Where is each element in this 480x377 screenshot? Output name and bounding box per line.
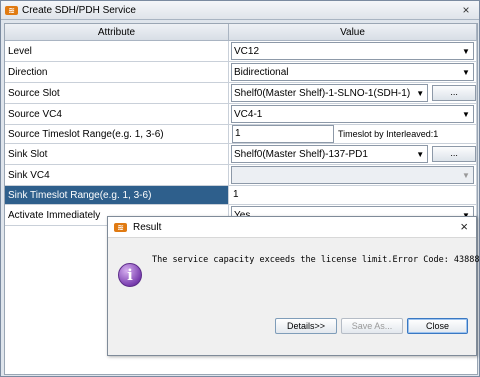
- source-slot-dropdown[interactable]: Shelf0(Master Shelf)-1-SLNO-1(SDH-1) ▼: [231, 84, 429, 102]
- attr-label-source-timeslot: Source Timeslot Range(e.g. 1, 3-6): [5, 124, 229, 144]
- chevron-down-icon[interactable]: ▼: [459, 64, 473, 80]
- info-icon: i: [118, 263, 142, 287]
- table-row-sink-vc4[interactable]: Sink VC4 ▼: [5, 164, 477, 186]
- window-titlebar: ≋ Create SDH/PDH Service ×: [1, 1, 479, 20]
- attr-label-source-slot: Source Slot: [5, 82, 229, 104]
- sink-vc4-dropdown[interactable]: ▼: [231, 166, 474, 184]
- chevron-down-icon[interactable]: ▼: [459, 167, 473, 183]
- level-dropdown-value: VC12: [234, 45, 260, 57]
- source-slot-browse-button[interactable]: ...: [432, 85, 476, 101]
- table-row-level[interactable]: Level VC12 ▼: [5, 40, 477, 62]
- value-cell-level[interactable]: VC12 ▼: [228, 40, 477, 62]
- level-dropdown[interactable]: VC12 ▼: [231, 42, 474, 60]
- table-row-source-timeslot[interactable]: Source Timeslot Range(e.g. 1, 3-6) 1 Tim…: [5, 124, 477, 144]
- attr-label-sink-slot: Sink Slot: [5, 143, 229, 165]
- attr-label-direction: Direction: [5, 61, 229, 83]
- source-vc4-dropdown-value: VC4-1: [234, 108, 263, 120]
- table-row-source-slot[interactable]: Source Slot Shelf0(Master Shelf)-1-SLNO-…: [5, 82, 477, 104]
- details-button[interactable]: Details>>: [275, 318, 337, 334]
- value-cell-source-vc4[interactable]: VC4-1 ▼: [228, 103, 477, 125]
- attr-label-level: Level: [5, 40, 229, 62]
- source-vc4-dropdown[interactable]: VC4-1 ▼: [231, 105, 474, 123]
- sink-timeslot-input[interactable]: 1: [231, 187, 476, 203]
- column-header-value[interactable]: Value: [228, 24, 477, 41]
- table-row-direction[interactable]: Direction Bidirectional ▼: [5, 61, 477, 83]
- table-row-sink-timeslot[interactable]: Sink Timeslot Range(e.g. 1, 3-6) 1: [5, 185, 477, 205]
- timeslot-interleaved-note: Timeslot by Interleaved:1: [338, 129, 439, 139]
- value-cell-sink-slot[interactable]: Shelf0(Master Shelf)-137-PD1 ▼ ...: [228, 143, 477, 165]
- save-as-button[interactable]: Save As...: [341, 318, 403, 334]
- app-logo-icon: ≋: [114, 222, 127, 232]
- direction-dropdown-value: Bidirectional: [234, 66, 289, 78]
- table-row-sink-slot[interactable]: Sink Slot Shelf0(Master Shelf)-137-PD1 ▼…: [5, 143, 477, 165]
- attr-label-sink-timeslot: Sink Timeslot Range(e.g. 1, 3-6): [5, 185, 229, 205]
- column-header-attribute[interactable]: Attribute: [5, 24, 229, 41]
- dialog-close-icon[interactable]: ×: [460, 220, 468, 234]
- direction-dropdown[interactable]: Bidirectional ▼: [231, 63, 474, 81]
- sink-slot-dropdown[interactable]: Shelf0(Master Shelf)-137-PD1 ▼: [231, 145, 429, 163]
- result-dialog: ≋ Result × i The service capacity exceed…: [107, 216, 480, 356]
- chevron-down-icon[interactable]: ▼: [459, 106, 473, 122]
- source-slot-dropdown-value: Shelf0(Master Shelf)-1-SLNO-1(SDH-1): [234, 87, 411, 99]
- chevron-down-icon[interactable]: ▼: [413, 85, 427, 101]
- table-row-source-vc4[interactable]: Source VC4 VC4-1 ▼: [5, 103, 477, 125]
- attr-label-source-vc4: Source VC4: [5, 103, 229, 125]
- close-button[interactable]: Close: [407, 318, 468, 334]
- value-cell-source-slot[interactable]: Shelf0(Master Shelf)-1-SLNO-1(SDH-1) ▼ .…: [228, 82, 477, 104]
- value-cell-sink-timeslot[interactable]: 1: [228, 185, 477, 205]
- source-timeslot-input[interactable]: 1: [232, 125, 334, 143]
- dialog-titlebar: ≋ Result ×: [108, 217, 476, 238]
- attr-label-sink-vc4: Sink VC4: [5, 164, 229, 186]
- chevron-down-icon[interactable]: ▼: [459, 43, 473, 59]
- sink-slot-browse-button[interactable]: ...: [432, 146, 476, 162]
- value-cell-sink-vc4[interactable]: ▼: [228, 164, 477, 186]
- sink-slot-dropdown-value: Shelf0(Master Shelf)-137-PD1: [234, 148, 368, 160]
- dialog-title: Result: [133, 221, 162, 233]
- window-close-icon[interactable]: ×: [459, 3, 473, 17]
- chevron-down-icon[interactable]: ▼: [413, 146, 427, 162]
- value-cell-source-timeslot[interactable]: 1 Timeslot by Interleaved:1: [228, 124, 477, 144]
- window-title: Create SDH/PDH Service: [22, 4, 136, 16]
- app-logo-icon: ≋: [5, 5, 18, 15]
- value-cell-direction[interactable]: Bidirectional ▼: [228, 61, 477, 83]
- attribute-table: Attribute Value Level VC12 ▼ Direction B…: [5, 24, 477, 226]
- dialog-message: The service capacity exceeds the license…: [152, 255, 480, 265]
